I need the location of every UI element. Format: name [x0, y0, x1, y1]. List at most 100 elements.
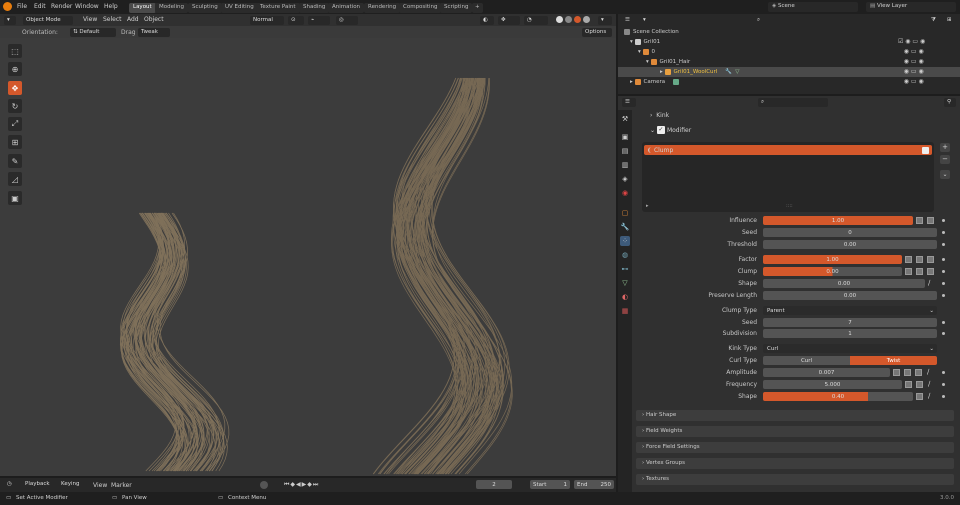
editor-type-icon[interactable]: ▾: [4, 16, 16, 25]
factor-curve-icon[interactable]: [927, 256, 934, 263]
influence-slider[interactable]: 1.00: [763, 216, 913, 225]
panel-force-field-settings[interactable]: › Force Field Settings: [636, 442, 954, 453]
3d-viewport[interactable]: ⬚ ⊕ ✥ ↻ ⤢ ⊞ ✎ ◿ ▣: [0, 38, 616, 476]
end-frame-field[interactable]: End 250: [574, 480, 614, 489]
clump-curve-icon[interactable]: [927, 268, 934, 275]
factor-slider[interactable]: 1.00: [763, 255, 902, 264]
pivot-icon[interactable]: ⊙: [288, 16, 304, 25]
jump-end-icon[interactable]: ⏭: [313, 481, 319, 488]
panel-vertex-groups[interactable]: › Vertex Groups: [636, 458, 954, 469]
scene-selector[interactable]: ◈ Scene: [768, 2, 858, 12]
visibility-row-icons[interactable]: ☑ ◉ ▭ ◉: [898, 37, 925, 47]
tab-shading[interactable]: Shading: [299, 3, 329, 13]
add-item-button[interactable]: +: [940, 143, 950, 152]
tab-sculpting[interactable]: Sculpting: [188, 3, 222, 13]
curve-icon[interactable]: ∕: [928, 380, 930, 388]
animate-dot[interactable]: [942, 294, 945, 297]
frequency-checker-icon[interactable]: [916, 381, 923, 388]
influence-checker-icon[interactable]: [927, 217, 934, 224]
mode-dropdown[interactable]: Object Mode: [23, 16, 73, 25]
texture-tab-icon[interactable]: ▦: [620, 306, 630, 316]
tab-texture-paint[interactable]: Texture Paint: [256, 3, 300, 13]
preserve-length-field[interactable]: 0.00: [763, 291, 937, 300]
timeline-editor-icon[interactable]: ◷: [4, 480, 18, 489]
kink-subpanel[interactable]: › Kink: [650, 112, 669, 119]
frequency-field[interactable]: 5.000: [763, 380, 902, 389]
factor-checker-icon[interactable]: [916, 256, 923, 263]
world-tab-icon[interactable]: ◉: [620, 188, 630, 198]
rendered-shading-icon[interactable]: [583, 16, 590, 23]
output-tab-icon[interactable]: ▤: [620, 146, 630, 156]
tab-compositing[interactable]: Compositing: [399, 3, 441, 13]
curve-icon[interactable]: ∕: [927, 368, 929, 376]
animate-dot[interactable]: [942, 321, 945, 324]
clump-type-dropdown[interactable]: Parent ⌄: [763, 306, 937, 315]
tab-uv-editing[interactable]: UV Editing: [221, 3, 258, 13]
overlay-icon[interactable]: ◔: [524, 16, 548, 25]
options-dropdown[interactable]: Options: [582, 28, 612, 37]
visibility-icon[interactable]: ◐: [480, 16, 494, 25]
clump-slider[interactable]: 0.00: [763, 267, 902, 276]
view-layer-tab-icon[interactable]: ▥: [620, 160, 630, 170]
clump-texture-icon[interactable]: [905, 268, 912, 275]
list-resize-handle[interactable]: ::::: [786, 203, 793, 209]
animate-dot[interactable]: [942, 395, 945, 398]
blender-logo-icon[interactable]: [3, 2, 12, 11]
start-frame-field[interactable]: Start 1: [530, 480, 570, 489]
particles-tab-icon[interactable]: ⁘: [620, 236, 630, 246]
kink-type-dropdown[interactable]: Curl ⌄: [763, 344, 937, 353]
constraints-tab-icon[interactable]: ⊷: [620, 264, 630, 274]
outliner-search-input[interactable]: ⌕: [754, 16, 824, 25]
menu-view[interactable]: View: [80, 15, 100, 24]
influence-texture-icon[interactable]: [916, 217, 923, 224]
animate-dot[interactable]: [942, 231, 945, 234]
snap-icon[interactable]: ⌁: [308, 16, 330, 25]
playback-menu[interactable]: Playback: [22, 480, 56, 489]
animate-dot[interactable]: [942, 332, 945, 335]
seed-field[interactable]: 0: [763, 228, 937, 237]
shape-field[interactable]: 0.00: [763, 279, 925, 288]
material-tab-icon[interactable]: ◐: [620, 292, 630, 302]
amplitude-checker2-icon[interactable]: [915, 369, 922, 376]
proportional-edit-icon[interactable]: ◎: [336, 16, 358, 25]
menu-select[interactable]: Select: [100, 15, 125, 24]
outliner-row-hair[interactable]: ▾ Gril01_Hair: [646, 57, 690, 67]
animate-dot[interactable]: [942, 282, 945, 285]
animate-dot[interactable]: [942, 270, 945, 273]
panel-hair-shape[interactable]: › Hair Shape: [636, 410, 954, 421]
gizmo-icon[interactable]: ✥: [498, 16, 520, 25]
remove-item-button[interactable]: −: [940, 155, 950, 164]
outliner-display-icon[interactable]: ▾: [640, 16, 654, 25]
menu-edit[interactable]: Edit: [31, 2, 49, 11]
visibility-row-icons[interactable]: ◉ ▭ ◉: [898, 67, 925, 77]
properties-editor-icon[interactable]: ☰: [622, 98, 636, 107]
curve-icon[interactable]: ∕: [928, 392, 930, 400]
view-layer-selector[interactable]: ▤ View Layer: [866, 2, 956, 12]
shading-options-icon[interactable]: ▾: [598, 16, 612, 25]
clump-enabled-checkbox[interactable]: [922, 147, 929, 154]
add-workspace-icon[interactable]: +: [472, 3, 483, 13]
clump-checker-icon[interactable]: [916, 268, 923, 275]
new-collection-icon[interactable]: ⊞: [944, 16, 956, 25]
animate-dot[interactable]: [942, 371, 945, 374]
orientation-dropdown[interactable]: ⇅ Default: [70, 28, 116, 37]
modifier-list-item-clump[interactable]: ❨ Clump: [644, 145, 932, 155]
keying-menu[interactable]: Keying: [58, 480, 86, 489]
solid-shading-icon[interactable]: [565, 16, 572, 23]
modifier-subpanel[interactable]: ⌄ ✓ Modifier: [650, 126, 691, 134]
panel-field-weights[interactable]: › Field Weights: [636, 426, 954, 437]
object-tab-icon[interactable]: ▢: [620, 208, 630, 218]
seed2-field[interactable]: 7: [763, 318, 937, 327]
animate-dot[interactable]: [942, 219, 945, 222]
menu-add[interactable]: Add: [124, 15, 142, 24]
menu-object[interactable]: Object: [141, 15, 167, 24]
list-filter-icon[interactable]: ▸: [646, 203, 649, 209]
render-tab-icon[interactable]: ▣: [620, 132, 630, 142]
animate-dot[interactable]: [942, 243, 945, 246]
filter-icon[interactable]: ⧩: [928, 16, 940, 25]
visibility-row-icons[interactable]: ◉ ▭ ◉: [898, 47, 925, 57]
physics-tab-icon[interactable]: ◍: [620, 250, 630, 260]
data-tab-icon[interactable]: ▽: [620, 278, 630, 288]
amplitude-texture-icon[interactable]: [893, 369, 900, 376]
curl-type-twist-option[interactable]: Twist: [850, 356, 937, 365]
